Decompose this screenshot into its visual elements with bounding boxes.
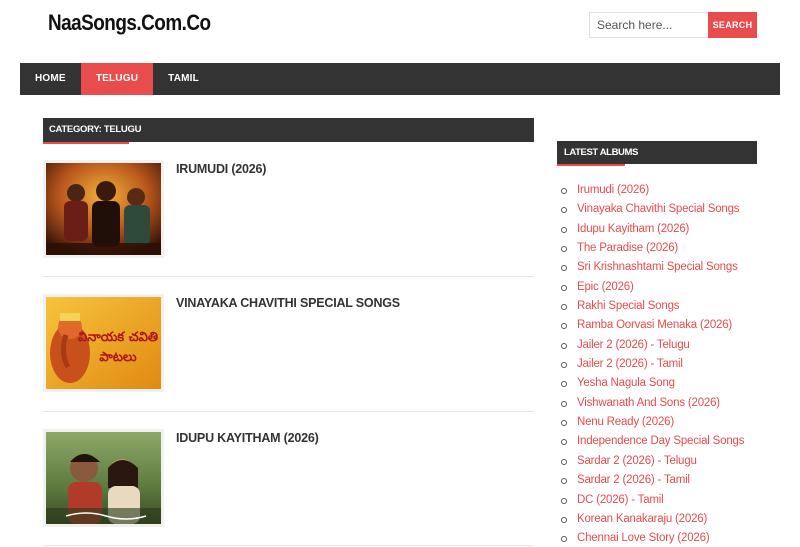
search-form: SEARCH (589, 12, 757, 38)
album-link[interactable]: DC (2026) - Tamil (561, 491, 744, 510)
album-link[interactable]: Jailer 2 (2026) - Tamil (561, 355, 744, 374)
album-link[interactable]: Vishwanath And Sons (2026) (561, 394, 744, 413)
post-title[interactable]: VINAYAKA CHAVITHI SPECIAL SONGS (176, 296, 400, 310)
main-nav: HOME TELUGU TAMIL (20, 63, 780, 95)
search-button[interactable]: SEARCH (708, 12, 757, 38)
nav-item-home[interactable]: HOME (20, 63, 81, 95)
nav-item-tamil[interactable]: TAMIL (153, 63, 214, 95)
post-item: వినాయక చవితి పాటలు VINAYAKA CHAVITHI SPE… (43, 294, 534, 412)
irumudi-poster-image (46, 163, 161, 255)
ganesha-poster-image: వినాయక చవితి పాటలు (46, 297, 161, 389)
ganesha-poster-text-1: వినాయక చవితి (78, 330, 158, 345)
ganesha-poster-text-2: పాటలు (99, 350, 137, 365)
album-link[interactable]: Sardar 2 (2026) - Tamil (561, 471, 744, 490)
category-header: CATEGORY: TELUGU (43, 118, 534, 142)
latest-albums-list: Irumudi (2026) Vinayaka Chavithi Special… (561, 181, 744, 547)
sidebar-underline (557, 164, 625, 166)
album-link[interactable]: Vinayaka Chavithi Special Songs (561, 200, 744, 219)
post-thumbnail-irumudi[interactable] (43, 160, 164, 258)
sidebar-header: LATEST ALBUMS (557, 141, 757, 164)
album-link[interactable]: Ramba Oorvasi Menaka (2026) (561, 316, 744, 335)
site-title[interactable]: NaaSongs.Com.Co (48, 10, 211, 36)
post-title[interactable]: IDUPU KAYITHAM (2026) (176, 431, 319, 445)
search-input[interactable] (589, 12, 708, 38)
post-thumbnail-vinayaka[interactable]: వినాయక చవితి పాటలు (43, 294, 164, 392)
album-link[interactable]: Nenu Ready (2026) (561, 413, 744, 432)
album-link[interactable]: Rakhi Special Songs (561, 297, 744, 316)
category-title: CATEGORY: TELUGU (49, 124, 142, 135)
album-link[interactable]: Idupu Kayitham (2026) (561, 220, 744, 239)
album-link[interactable]: Sri Krishnashtami Special Songs (561, 258, 744, 277)
post-thumbnail-idupu-kayitham[interactable] (43, 429, 164, 527)
album-link[interactable]: Jailer 2 (2026) - Telugu (561, 336, 744, 355)
album-link[interactable]: Irumudi (2026) (561, 181, 744, 200)
album-link[interactable]: Yesha Nagula Song (561, 374, 744, 393)
album-link[interactable]: Korean Kanakaraju (2026) (561, 510, 744, 529)
album-link[interactable]: Chennai Love Story (2026) (561, 529, 744, 547)
idupu-kayitham-poster-image (46, 432, 161, 524)
album-link[interactable]: Independence Day Special Songs (561, 432, 744, 451)
sidebar-title: LATEST ALBUMS (564, 147, 638, 158)
nav-item-telugu[interactable]: TELUGU (80, 63, 154, 95)
album-link[interactable]: Epic (2026) (561, 278, 744, 297)
album-link[interactable]: The Paradise (2026) (561, 239, 744, 258)
post-item: IRUMUDI (2026) (43, 160, 534, 277)
album-link[interactable]: Sardar 2 (2026) - Telugu (561, 452, 744, 471)
post-item: IDUPU KAYITHAM (2026) (43, 429, 534, 546)
post-title[interactable]: IRUMUDI (2026) (176, 162, 266, 176)
category-underline (43, 142, 129, 144)
